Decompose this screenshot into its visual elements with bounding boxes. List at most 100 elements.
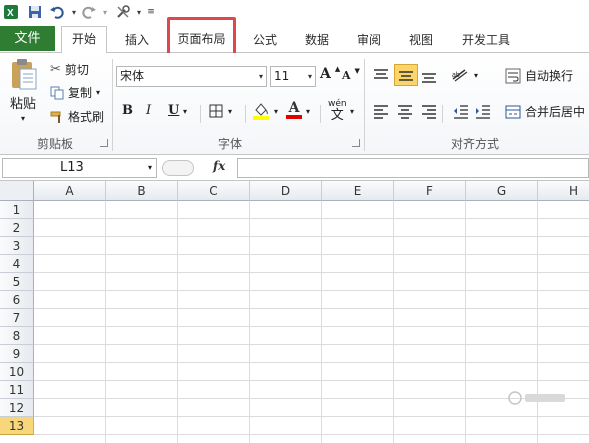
insert-function-icon[interactable]: fx	[213, 159, 225, 173]
paste-button[interactable]: 粘贴 ▾	[8, 57, 38, 123]
column-header-d[interactable]: D	[250, 181, 322, 201]
row-header-4[interactable]: 4	[0, 255, 34, 273]
bold-button[interactable]: B	[122, 103, 133, 118]
column-header-g[interactable]: G	[466, 181, 538, 201]
select-all-corner[interactable]	[0, 181, 34, 201]
formula-bar: L13 ▾ fx	[0, 155, 589, 181]
orientation-button[interactable]: ab ▾	[450, 67, 478, 83]
clipboard-launcher-icon[interactable]	[100, 139, 108, 147]
align-right-button[interactable]	[420, 103, 438, 119]
gridline-vertical	[177, 201, 178, 443]
name-box[interactable]: L13 ▾	[2, 158, 157, 178]
row-header-10[interactable]: 10	[0, 363, 34, 381]
tab-home[interactable]: 开始	[61, 26, 107, 53]
gridline-horizontal	[34, 344, 589, 345]
align-left-button[interactable]	[372, 103, 390, 119]
gridline-horizontal	[34, 290, 589, 291]
phonetic-button[interactable]: wén 文	[328, 99, 347, 123]
column-header-b[interactable]: B	[106, 181, 178, 201]
worksheet-grid[interactable]: ABCDEFGH 1 2 3 4 5 6 7 8 9 10 11 12 13	[0, 181, 589, 443]
row-header-5[interactable]: 5	[0, 273, 34, 291]
borders-icon	[209, 104, 223, 118]
chevron-down-icon: ▾	[147, 163, 152, 172]
tab-view[interactable]: 视图	[402, 29, 440, 51]
format-painter-button[interactable]: 格式刷	[50, 108, 104, 125]
font-color-button[interactable]: A	[286, 101, 302, 119]
font-launcher-icon[interactable]	[352, 139, 360, 147]
formula-input[interactable]	[237, 158, 589, 178]
underline-dropdown-icon[interactable]: ▾	[183, 107, 187, 116]
paste-icon	[12, 59, 37, 90]
column-header-a[interactable]: A	[34, 181, 106, 201]
align-center-button[interactable]	[396, 103, 414, 119]
column-header-c[interactable]: C	[178, 181, 250, 201]
cut-button[interactable]: ✂ 剪切	[50, 61, 89, 78]
row-header-13[interactable]: 13	[0, 417, 34, 435]
scissors-icon: ✂	[50, 62, 61, 77]
align-top-button[interactable]	[372, 67, 390, 83]
align-bottom-button[interactable]	[420, 67, 438, 83]
column-header-h[interactable]: H	[538, 181, 589, 201]
align-bottom-icon	[422, 73, 436, 83]
font-color-swatch	[286, 115, 302, 119]
copy-button[interactable]: 复制 ▾	[50, 84, 100, 101]
gridline-horizontal	[34, 236, 589, 237]
format-painter-icon	[50, 111, 61, 123]
fill-color-button[interactable]: ▾	[252, 101, 278, 121]
row-header-11[interactable]: 11	[0, 381, 34, 399]
phonetic-dropdown-icon[interactable]: ▾	[350, 107, 354, 116]
shrink-font-icon: A	[342, 69, 351, 82]
tab-review[interactable]: 审阅	[350, 29, 388, 51]
redo-dropdown-icon[interactable]: ▾	[96, 3, 114, 21]
shrink-font-button[interactable]: A ▼	[342, 66, 360, 82]
column-header-f[interactable]: F	[394, 181, 466, 201]
wrap-text-button[interactable]: 自动换行	[505, 67, 573, 84]
tab-page-layout[interactable]: 页面布局	[167, 17, 236, 57]
tab-developer[interactable]: 开发工具	[456, 29, 516, 51]
chevron-down-icon: ▾	[258, 72, 263, 81]
italic-button[interactable]: I	[146, 103, 151, 118]
font-name-combobox[interactable]: 宋体 ▾	[116, 66, 267, 87]
decrease-indent-button[interactable]	[452, 103, 470, 119]
font-size-combobox[interactable]: 11 ▾	[270, 66, 316, 87]
font-size-value: 11	[274, 69, 290, 83]
undo-icon[interactable]	[48, 3, 66, 21]
paste-label: 粘贴	[9, 97, 36, 112]
borders-button[interactable]: ▾	[208, 103, 232, 119]
underline-button[interactable]: U	[168, 103, 179, 118]
separator	[112, 59, 113, 151]
decrease-indent-icon	[454, 105, 468, 119]
gridline-horizontal	[34, 326, 589, 327]
merge-center-icon	[505, 105, 521, 118]
increase-indent-button[interactable]	[474, 103, 492, 119]
row-header-8[interactable]: 8	[0, 327, 34, 345]
row-header-9[interactable]: 9	[0, 345, 34, 363]
row-header-12[interactable]: 12	[0, 399, 34, 417]
merge-center-button[interactable]: 合并后居中	[505, 103, 585, 120]
save-icon[interactable]	[26, 3, 44, 21]
clipboard-group-label: 剪贴板	[36, 137, 73, 151]
ribbon-home: 粘贴 ▾ ✂ 剪切 复制 ▾ 格式刷 剪贴板 宋体 ▾ 11 ▾ A ▲ A ▼ B…	[0, 53, 589, 155]
tab-insert[interactable]: 插入	[118, 29, 156, 51]
formula-bar-resize-handle[interactable]	[162, 160, 194, 176]
row-header-6[interactable]: 6	[0, 291, 34, 309]
row-header-2[interactable]: 2	[0, 219, 34, 237]
increase-indent-icon	[476, 105, 490, 119]
cut-label: 剪切	[64, 63, 89, 77]
row-header-7[interactable]: 7	[0, 309, 34, 327]
phonetic-char: 文	[330, 108, 344, 123]
row-header-1[interactable]: 1	[0, 201, 34, 219]
customize-qat-icon[interactable]: ≡	[142, 3, 160, 21]
gridline-vertical	[465, 201, 466, 443]
font-name-value: 宋体	[120, 69, 145, 83]
copy-dropdown-icon: ▾	[96, 88, 101, 97]
row-header-3[interactable]: 3	[0, 237, 34, 255]
column-header-e[interactable]: E	[322, 181, 394, 201]
grow-font-button[interactable]: A ▲	[320, 64, 340, 83]
tab-file[interactable]: 文件	[0, 26, 55, 51]
tab-formulas[interactable]: 公式	[248, 29, 282, 51]
font-color-dropdown-icon[interactable]: ▾	[306, 107, 310, 116]
align-middle-button[interactable]	[394, 64, 418, 86]
copy-icon	[50, 86, 64, 99]
tab-data[interactable]: 数据	[298, 29, 336, 51]
